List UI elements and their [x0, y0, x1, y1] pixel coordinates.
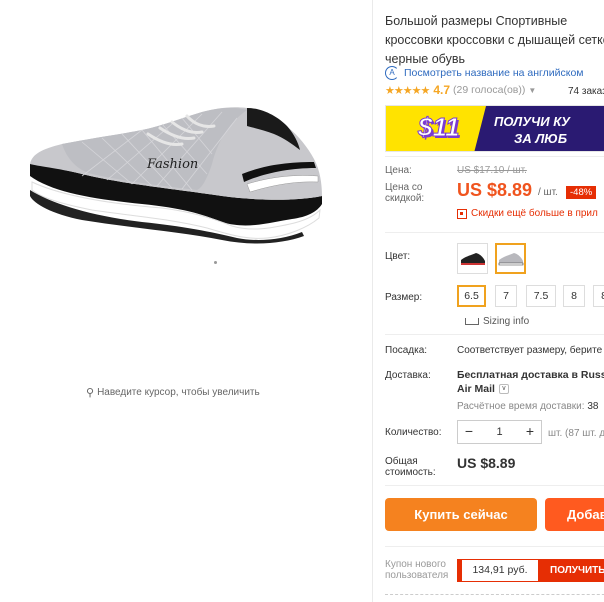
coupon-box: 134,91 руб. ПОЛУЧИТЬ	[457, 559, 604, 582]
app-discount-link[interactable]: Скидки ещё больше в прил	[457, 208, 598, 219]
translate-link-text: Посмотреть название на английском	[404, 67, 584, 79]
separator	[385, 546, 604, 547]
discount-price-label: Цена со скидкой:	[385, 182, 425, 204]
separator	[385, 232, 604, 233]
coupon-value: 134,91 руб.	[458, 560, 538, 581]
product-title: Большой размеры Спортивные кроссовки кро…	[385, 14, 604, 66]
shipping-method-text: Air Mail	[457, 383, 495, 395]
divider	[385, 594, 604, 595]
quantity-stepper: − 1 +	[457, 420, 542, 444]
product-info: Большой размеры Спортивные кроссовки кро…	[372, 0, 604, 602]
size-option[interactable]: 6.5	[457, 285, 486, 307]
app-discount-text: Скидки ещё больше в прил	[471, 208, 598, 219]
promo-banner[interactable]: $11 ПОЛУЧИ КУ ЗА ЛЮБ	[385, 105, 604, 152]
translate-icon: A	[385, 66, 399, 80]
quantity-minus-button[interactable]: −	[458, 421, 480, 443]
fit-label: Посадка:	[385, 345, 428, 356]
shoe-logo-text: Fashion	[146, 157, 198, 172]
sizing-info-link[interactable]: Sizing info	[465, 316, 529, 327]
chevron-down-icon: ▼	[528, 85, 537, 95]
black-shoe-icon	[460, 252, 485, 265]
quantity-input[interactable]: 1	[480, 426, 519, 438]
rating[interactable]: ★★★★★ 4.7 (29 голоса(ов)) ▼	[385, 83, 536, 97]
ruler-icon	[465, 318, 479, 325]
get-coupon-button[interactable]: ПОЛУЧИТЬ	[538, 560, 604, 581]
quantity-plus-button[interactable]: +	[519, 421, 541, 443]
banner-line1: ПОЛУЧИ КУ	[494, 114, 570, 129]
color-swatch-black[interactable]	[457, 243, 488, 274]
chevron-down-icon: ∨	[498, 384, 509, 394]
separator	[385, 334, 604, 335]
zoom-hint-text: Наведите курсор, чтобы увеличить	[97, 387, 260, 398]
size-option[interactable]: 7.5	[526, 285, 556, 307]
qr-code-icon	[457, 208, 467, 219]
shipping-label: Доставка:	[385, 370, 431, 381]
coupon-label: Купон нового пользователя	[385, 559, 449, 581]
divider	[372, 0, 373, 602]
add-to-cart-button[interactable]: Добав	[545, 498, 604, 531]
rating-stars-icon: ★★★★★	[385, 84, 430, 97]
price-label: Цена:	[385, 165, 412, 176]
product-main-image[interactable]: Fashion	[22, 104, 332, 244]
old-price: US $17.10 / шт.	[457, 165, 527, 176]
quantity-available: шт. (87 шт. д	[548, 428, 604, 439]
total-value: US $8.89	[457, 455, 516, 471]
rating-votes: (29 голоса(ов))	[453, 84, 526, 96]
color-label: Цвет:	[385, 251, 411, 262]
shipping-time-value: 38	[587, 401, 599, 412]
product-gallery: Fashion ⚲ Наведите курсор, чтобы увеличи…	[0, 0, 372, 602]
discount-price: US $8.89	[457, 180, 533, 200]
orders-count: 74 заказ	[568, 86, 604, 97]
grey-shoe-icon	[498, 252, 523, 265]
shipping-method[interactable]: Air Mail ∨	[457, 383, 509, 395]
size-option[interactable]: 7	[495, 285, 517, 307]
total-label: Общая стоимость:	[385, 456, 436, 478]
buy-now-button[interactable]: Купить сейчас	[385, 498, 537, 531]
shipping-value: Бесплатная доставка в Russi	[457, 369, 604, 381]
shipping-time-label: Расчётное время доставки:	[457, 401, 585, 412]
separator	[385, 156, 604, 157]
size-label: Размер:	[385, 292, 423, 303]
shipping-time: Расчётное время доставки: 38	[457, 401, 598, 412]
color-swatch-grey[interactable]	[495, 243, 526, 274]
translate-link[interactable]: A Посмотреть название на английском	[385, 66, 584, 80]
separator	[385, 485, 604, 486]
zoom-hint: ⚲ Наведите курсор, чтобы увеличить	[86, 386, 260, 399]
quantity-label: Количество:	[385, 427, 442, 438]
price-unit: / шт.	[538, 187, 558, 198]
shoe-image: Fashion	[30, 107, 322, 244]
banner-price: $11	[417, 112, 460, 143]
size-option[interactable]: 8	[563, 285, 585, 307]
image-dot	[214, 261, 217, 264]
rating-value: 4.7	[433, 83, 450, 97]
magnifier-icon: ⚲	[86, 387, 95, 399]
banner-line2: ЗА ЛЮБ	[514, 131, 568, 146]
fit-value: Соответствует размеру, берите	[457, 345, 603, 356]
size-option[interactable]: 8	[593, 285, 604, 307]
sizing-info-text: Sizing info	[483, 316, 530, 327]
discount-badge: -48%	[566, 186, 597, 199]
